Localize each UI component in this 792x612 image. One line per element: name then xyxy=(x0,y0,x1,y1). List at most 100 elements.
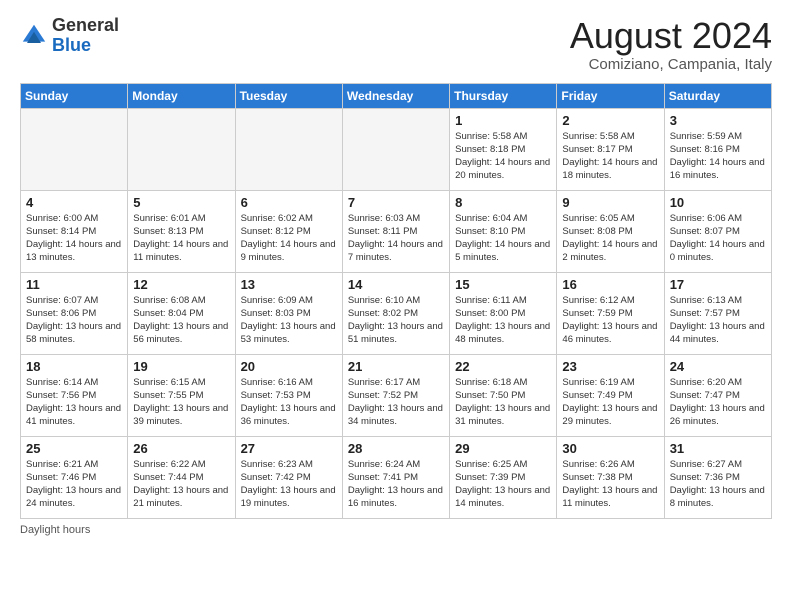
cell-info: Sunrise: 6:24 AM Sunset: 7:41 PM Dayligh… xyxy=(348,458,444,511)
cell-info: Sunrise: 6:09 AM Sunset: 8:03 PM Dayligh… xyxy=(241,294,337,347)
calendar-cell: 11 Sunrise: 6:07 AM Sunset: 8:06 PM Dayli… xyxy=(21,272,128,354)
footer-daylight: Daylight hours xyxy=(20,524,772,536)
logo-icon xyxy=(20,22,48,50)
calendar-cell xyxy=(21,108,128,190)
calendar-cell: 7Sunrise: 6:03 AM Sunset: 8:11 PM Daylig… xyxy=(342,190,449,272)
calendar-cell: 24Sunrise: 6:20 AM Sunset: 7:47 PM Dayli… xyxy=(664,354,771,436)
day-number: 6 xyxy=(241,195,337,210)
day-number: 8 xyxy=(455,195,551,210)
calendar-week-row: 25Sunrise: 6:21 AM Sunset: 7:46 PM Dayli… xyxy=(21,436,772,518)
calendar-cell: 14Sunrise: 6:10 AM Sunset: 8:02 PM Dayli… xyxy=(342,272,449,354)
cell-info: Sunrise: 6:19 AM Sunset: 7:49 PM Dayligh… xyxy=(562,376,658,429)
cell-info: Sunrise: 5:58 AM Sunset: 8:18 PM Dayligh… xyxy=(455,130,551,183)
calendar-cell: 5Sunrise: 6:01 AM Sunset: 8:13 PM Daylig… xyxy=(128,190,235,272)
calendar-header-sunday: Sunday xyxy=(21,83,128,108)
day-number: 28 xyxy=(348,441,444,456)
calendar-cell xyxy=(128,108,235,190)
cell-info: Sunrise: 6:20 AM Sunset: 7:47 PM Dayligh… xyxy=(670,376,766,429)
calendar-cell: 8 Sunrise: 6:04 AM Sunset: 8:10 PM Daylig… xyxy=(450,190,557,272)
cell-info: Sunrise: 6:22 AM Sunset: 7:44 PM Dayligh… xyxy=(133,458,229,511)
calendar-cell: 19 Sunrise: 6:15 AM Sunset: 7:55 PM Dayli… xyxy=(128,354,235,436)
calendar-cell xyxy=(235,108,342,190)
day-number: 22 xyxy=(455,359,551,374)
calendar-cell: 20 Sunrise: 6:16 AM Sunset: 7:53 PM Dayli… xyxy=(235,354,342,436)
calendar-cell: 18 Sunrise: 6:14 AM Sunset: 7:56 PM Dayli… xyxy=(21,354,128,436)
calendar-cell: 9 Sunrise: 6:05 AM Sunset: 8:08 PM Daylig… xyxy=(557,190,664,272)
calendar-cell: 29 Sunrise: 6:25 AM Sunset: 7:39 PM Dayli… xyxy=(450,436,557,518)
cell-info: Sunrise: 6:01 AM Sunset: 8:13 PM Dayligh… xyxy=(133,212,229,265)
cell-info: Sunrise: 6:05 AM Sunset: 8:08 PM Dayligh… xyxy=(562,212,658,265)
calendar-header-tuesday: Tuesday xyxy=(235,83,342,108)
calendar-week-row: 1Sunrise: 5:58 AM Sunset: 8:18 PM Daylig… xyxy=(21,108,772,190)
calendar-cell: 15 Sunrise: 6:11 AM Sunset: 8:00 PM Dayli… xyxy=(450,272,557,354)
calendar-header-saturday: Saturday xyxy=(664,83,771,108)
calendar-header-friday: Friday xyxy=(557,83,664,108)
calendar-cell: 30 Sunrise: 6:26 AM Sunset: 7:38 PM Dayli… xyxy=(557,436,664,518)
cell-info: Sunrise: 6:12 AM Sunset: 7:59 PM Dayligh… xyxy=(562,294,658,347)
calendar-cell xyxy=(342,108,449,190)
cell-info: Sunrise: 6:15 AM Sunset: 7:55 PM Dayligh… xyxy=(133,376,229,429)
calendar-header-thursday: Thursday xyxy=(450,83,557,108)
calendar-cell: 26Sunrise: 6:22 AM Sunset: 7:44 PM Dayli… xyxy=(128,436,235,518)
logo-general-text: General xyxy=(52,16,119,36)
logo-text: General Blue xyxy=(52,16,119,56)
day-number: 15 xyxy=(455,277,551,292)
day-number: 27 xyxy=(241,441,337,456)
day-number: 9 xyxy=(562,195,658,210)
cell-info: Sunrise: 6:18 AM Sunset: 7:50 PM Dayligh… xyxy=(455,376,551,429)
day-number: 19 xyxy=(133,359,229,374)
calendar-cell: 27 Sunrise: 6:23 AM Sunset: 7:42 PM Dayli… xyxy=(235,436,342,518)
day-number: 11 xyxy=(26,277,122,292)
cell-info: Sunrise: 6:14 AM Sunset: 7:56 PM Dayligh… xyxy=(26,376,122,429)
cell-info: Sunrise: 6:26 AM Sunset: 7:38 PM Dayligh… xyxy=(562,458,658,511)
calendar-cell: 31Sunrise: 6:27 AM Sunset: 7:36 PM Dayli… xyxy=(664,436,771,518)
day-number: 14 xyxy=(348,277,444,292)
cell-info: Sunrise: 6:00 AM Sunset: 8:14 PM Dayligh… xyxy=(26,212,122,265)
cell-info: Sunrise: 6:07 AM Sunset: 8:06 PM Dayligh… xyxy=(26,294,122,347)
cell-info: Sunrise: 6:02 AM Sunset: 8:12 PM Dayligh… xyxy=(241,212,337,265)
calendar-cell: 28 Sunrise: 6:24 AM Sunset: 7:41 PM Dayli… xyxy=(342,436,449,518)
cell-info: Sunrise: 6:23 AM Sunset: 7:42 PM Dayligh… xyxy=(241,458,337,511)
day-number: 29 xyxy=(455,441,551,456)
day-number: 13 xyxy=(241,277,337,292)
calendar-table: SundayMondayTuesdayWednesdayThursdayFrid… xyxy=(20,83,772,519)
day-number: 20 xyxy=(241,359,337,374)
calendar-header-row: SundayMondayTuesdayWednesdayThursdayFrid… xyxy=(21,83,772,108)
calendar-cell: 6 Sunrise: 6:02 AM Sunset: 8:12 PM Daylig… xyxy=(235,190,342,272)
day-number: 21 xyxy=(348,359,444,374)
page: General Blue August 2024 Comiziano, Camp… xyxy=(0,0,792,546)
day-number: 31 xyxy=(670,441,766,456)
calendar-cell: 3Sunrise: 5:59 AM Sunset: 8:16 PM Daylig… xyxy=(664,108,771,190)
cell-info: Sunrise: 6:16 AM Sunset: 7:53 PM Dayligh… xyxy=(241,376,337,429)
day-number: 17 xyxy=(670,277,766,292)
cell-info: Sunrise: 6:13 AM Sunset: 7:57 PM Dayligh… xyxy=(670,294,766,347)
day-number: 18 xyxy=(26,359,122,374)
logo-blue-text: Blue xyxy=(52,36,119,56)
day-number: 3 xyxy=(670,113,766,128)
cell-info: Sunrise: 6:11 AM Sunset: 8:00 PM Dayligh… xyxy=(455,294,551,347)
day-number: 30 xyxy=(562,441,658,456)
calendar-cell: 13 Sunrise: 6:09 AM Sunset: 8:03 PM Dayli… xyxy=(235,272,342,354)
cell-info: Sunrise: 5:58 AM Sunset: 8:17 PM Dayligh… xyxy=(562,130,658,183)
day-number: 4 xyxy=(26,195,122,210)
calendar-cell: 17 Sunrise: 6:13 AM Sunset: 7:57 PM Dayli… xyxy=(664,272,771,354)
calendar-week-row: 18 Sunrise: 6:14 AM Sunset: 7:56 PM Dayli… xyxy=(21,354,772,436)
calendar-cell: 10Sunrise: 6:06 AM Sunset: 8:07 PM Dayli… xyxy=(664,190,771,272)
cell-info: Sunrise: 6:04 AM Sunset: 8:10 PM Dayligh… xyxy=(455,212,551,265)
day-number: 23 xyxy=(562,359,658,374)
calendar-cell: 25Sunrise: 6:21 AM Sunset: 7:46 PM Dayli… xyxy=(21,436,128,518)
calendar-cell: 22 Sunrise: 6:18 AM Sunset: 7:50 PM Dayli… xyxy=(450,354,557,436)
cell-info: Sunrise: 6:17 AM Sunset: 7:52 PM Dayligh… xyxy=(348,376,444,429)
logo: General Blue xyxy=(20,16,119,56)
cell-info: Sunrise: 6:03 AM Sunset: 8:11 PM Dayligh… xyxy=(348,212,444,265)
calendar-cell: 1Sunrise: 5:58 AM Sunset: 8:18 PM Daylig… xyxy=(450,108,557,190)
cell-info: Sunrise: 6:25 AM Sunset: 7:39 PM Dayligh… xyxy=(455,458,551,511)
calendar-week-row: 4 Sunrise: 6:00 AM Sunset: 8:14 PM Daylig… xyxy=(21,190,772,272)
cell-info: Sunrise: 6:06 AM Sunset: 8:07 PM Dayligh… xyxy=(670,212,766,265)
calendar-cell: 4 Sunrise: 6:00 AM Sunset: 8:14 PM Daylig… xyxy=(21,190,128,272)
day-number: 2 xyxy=(562,113,658,128)
calendar-cell: 21 Sunrise: 6:17 AM Sunset: 7:52 PM Dayli… xyxy=(342,354,449,436)
day-number: 25 xyxy=(26,441,122,456)
calendar-week-row: 11 Sunrise: 6:07 AM Sunset: 8:06 PM Dayli… xyxy=(21,272,772,354)
location-subtitle: Comiziano, Campania, Italy xyxy=(570,56,772,73)
